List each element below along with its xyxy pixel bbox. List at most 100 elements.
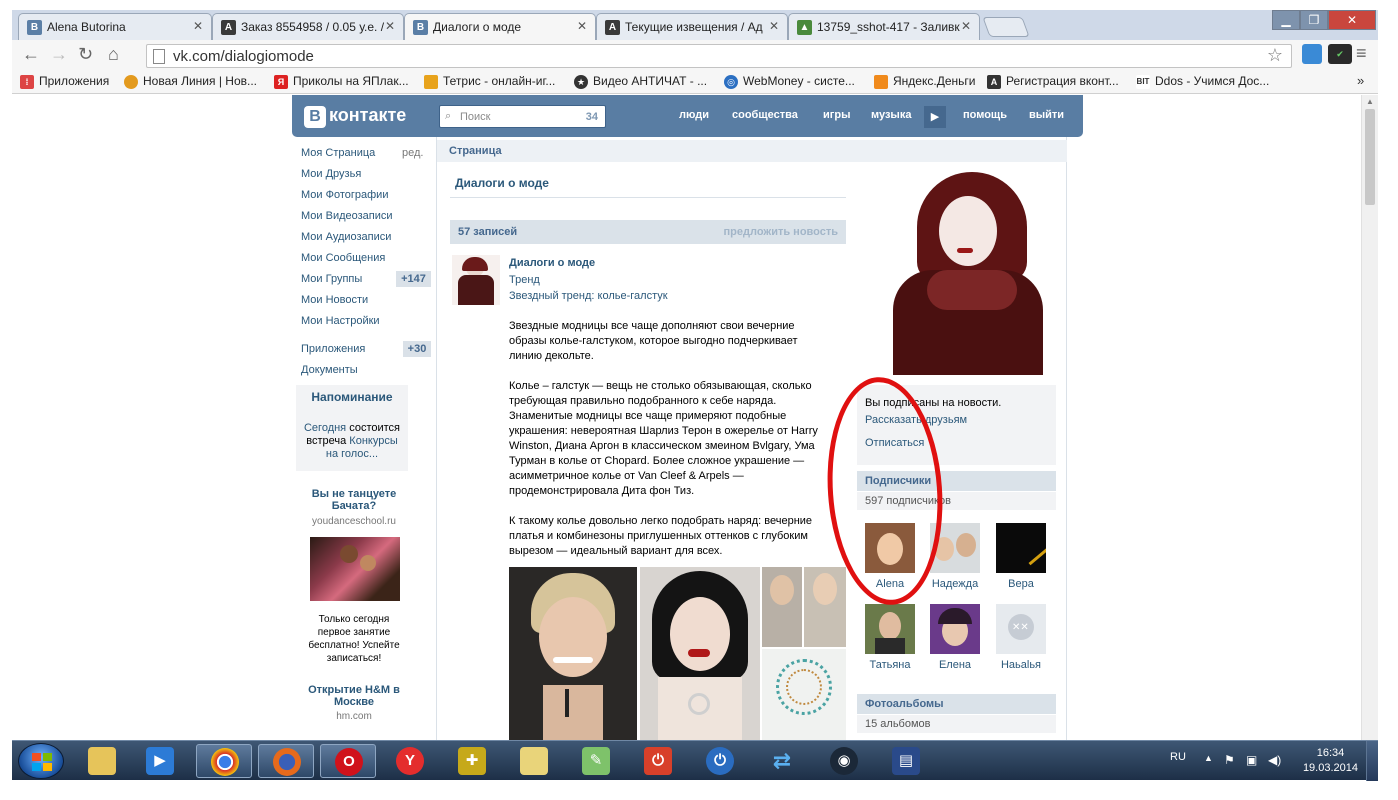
taskbar-save-app[interactable]: ▤ (878, 744, 934, 778)
taskbar-explorer[interactable] (74, 744, 130, 778)
start-button[interactable] (18, 743, 64, 779)
taskbar-firefox[interactable] (258, 744, 314, 778)
nav-logout[interactable]: выйти (1029, 109, 1064, 121)
close-icon[interactable]: ✕ (961, 19, 971, 33)
menu-my-page[interactable]: Моя Страница (301, 147, 375, 159)
forward-icon[interactable]: → (50, 44, 68, 65)
wall-post-count[interactable]: 57 записей (458, 226, 517, 238)
bookmarks-overflow-button[interactable]: » (1357, 73, 1364, 88)
taskbar-media-player[interactable]: ▶ (132, 744, 188, 778)
follower-elena[interactable]: Елена (927, 604, 983, 671)
bookmark-yandex-money[interactable]: Яндекс.Деньги (874, 74, 975, 89)
bookmark-registration[interactable]: A Регистрация вконт... (987, 74, 1119, 89)
new-tab-button[interactable] (982, 17, 1030, 37)
taskbar-notepad[interactable]: ✎ (568, 744, 624, 778)
ad-hm-title[interactable]: Открытие H&M в Москве (296, 684, 412, 708)
maximize-button[interactable]: ❐ (1300, 10, 1328, 30)
login-extension-icon[interactable]: ✔ (1328, 44, 1352, 64)
menu-settings[interactable]: Мои Настройки (301, 315, 380, 327)
taskbar-power[interactable]: ⏻ (692, 744, 748, 778)
taskbar-image-viewer[interactable] (506, 744, 562, 778)
post-photo[interactable] (762, 567, 802, 647)
show-desktop-button[interactable] (1366, 741, 1378, 781)
menu-friends[interactable]: Мои Друзья (301, 168, 361, 180)
network-icon[interactable]: ▣ (1246, 753, 1257, 767)
reminder-today-link[interactable]: Сегодня (304, 422, 346, 434)
edit-link[interactable]: ред. (402, 147, 423, 159)
post-photo[interactable] (804, 567, 846, 647)
follower-tatyana[interactable]: Татьяна (862, 604, 918, 671)
bookmark-antichat[interactable]: ★ Видео АНТИЧАТ - ... (574, 74, 707, 89)
back-icon[interactable]: ← (22, 44, 40, 65)
close-icon[interactable]: ✕ (193, 19, 203, 33)
follower-natalya[interactable]: ✕✕ Нaьаlья (993, 604, 1049, 671)
menu-audio[interactable]: Мои Аудиозаписи (301, 231, 391, 243)
nav-games[interactable]: игры (823, 109, 850, 121)
clock[interactable]: 16:34 19.03.2014 (1303, 746, 1358, 776)
follower-vera[interactable]: Вера (993, 523, 1049, 590)
vk-logo[interactable]: Вконтакте (304, 105, 406, 128)
community-cover-image[interactable] (857, 170, 1056, 375)
star-icon[interactable]: ☆ (1267, 45, 1283, 66)
bookmark-webmoney[interactable]: ◎ WebMoney - систе... (724, 74, 855, 89)
language-indicator[interactable]: RU (1170, 751, 1186, 763)
tab-alena-butorina[interactable]: B Alena Butorina ✕ (18, 13, 212, 40)
address-bar[interactable]: vk.com/dialogiomode ☆ (146, 44, 1292, 68)
search-input[interactable]: ⌕ Поиск 34 (439, 105, 606, 128)
tab-sshot[interactable]: ▲ 13759_sshot-417 - Заливк ✕ (788, 13, 980, 40)
tray-expand-icon[interactable]: ▲ (1204, 753, 1213, 763)
play-icon[interactable]: ▶ (924, 106, 946, 128)
nav-music[interactable]: музыка (871, 109, 911, 121)
scroll-up-icon[interactable]: ▲ (1366, 97, 1374, 106)
menu-videos[interactable]: Мои Видеозаписи (301, 210, 393, 222)
ad-dance-image[interactable] (310, 537, 400, 601)
menu-news[interactable]: Мои Новости (301, 294, 368, 306)
post-subtitle-link[interactable]: Звездный тренд: колье-галстук (509, 290, 668, 302)
taskbar-opera[interactable]: O (320, 744, 376, 778)
menu-messages[interactable]: Мои Сообщения (301, 252, 385, 264)
close-icon[interactable]: ✕ (769, 19, 779, 33)
groups-count-badge[interactable]: +147 (396, 271, 431, 287)
reminder-event-link[interactable]: Конкурсы (349, 435, 397, 447)
tab-notifications[interactable]: A Текущие извещения / Ад ✕ (596, 13, 788, 40)
close-icon[interactable]: ✕ (385, 19, 395, 33)
bookmark-tetris[interactable]: Тетрис - онлайн-иг... (424, 74, 555, 89)
minimize-button[interactable]: ▁ (1272, 10, 1300, 30)
vertical-scrollbar[interactable]: ▲ (1361, 95, 1378, 740)
taskbar-power-off[interactable]: ⏻ (630, 744, 686, 778)
menu-photos[interactable]: Мои Фотографии (301, 189, 388, 201)
tab-dialogi-o-mode[interactable]: B Диалоги о моде ✕ (404, 13, 596, 40)
extension-icon[interactable] (1302, 44, 1322, 64)
post-photo[interactable] (640, 567, 760, 740)
taskbar-chrome[interactable] (196, 744, 252, 778)
bookmark-yaplakal[interactable]: Я Приколы на ЯПлак... (274, 74, 409, 89)
menu-apps[interactable]: Приложения (301, 343, 365, 355)
post-author-avatar[interactable] (452, 255, 500, 305)
post-tag-link[interactable]: Тренд (509, 274, 540, 286)
post-author-name[interactable]: Диалоги о моде (509, 257, 595, 269)
scrollbar-thumb[interactable] (1365, 109, 1375, 205)
taskbar-sync[interactable]: ⇄ (754, 744, 810, 778)
menu-icon[interactable]: ≡ (1356, 43, 1367, 64)
tab-order[interactable]: A Заказ 8554958 / 0.05 у.е. / ✕ (212, 13, 404, 40)
nav-people[interactable]: люди (679, 109, 709, 121)
menu-groups[interactable]: Мои Группы (301, 273, 362, 285)
home-icon[interactable]: ⌂ (108, 44, 119, 65)
apps-count-badge[interactable]: +30 (403, 341, 431, 357)
ad-dance-title[interactable]: Вы не танцуете Бачата? (296, 488, 412, 512)
online-friends-count[interactable]: 34 (586, 111, 598, 123)
close-window-button[interactable]: ✕ (1328, 10, 1376, 30)
suggest-news-link[interactable]: предложить новость (724, 226, 838, 238)
bookmark-apps[interactable]: ⁞ Приложения (20, 74, 109, 89)
nav-communities[interactable]: сообщества (732, 109, 798, 121)
close-icon[interactable]: ✕ (577, 19, 587, 33)
flag-icon[interactable]: ⚑ (1224, 753, 1235, 767)
bookmark-newline[interactable]: Новая Линия | Нов... (124, 74, 257, 89)
taskbar-yandex-browser[interactable]: Y (382, 744, 438, 778)
menu-documents[interactable]: Документы (301, 364, 358, 376)
taskbar-steam[interactable]: ◉ (816, 744, 872, 778)
volume-icon[interactable]: ◀) (1268, 753, 1281, 767)
post-photo[interactable] (762, 649, 846, 740)
reload-icon[interactable]: ↻ (78, 44, 93, 65)
post-photo[interactable] (509, 567, 637, 740)
